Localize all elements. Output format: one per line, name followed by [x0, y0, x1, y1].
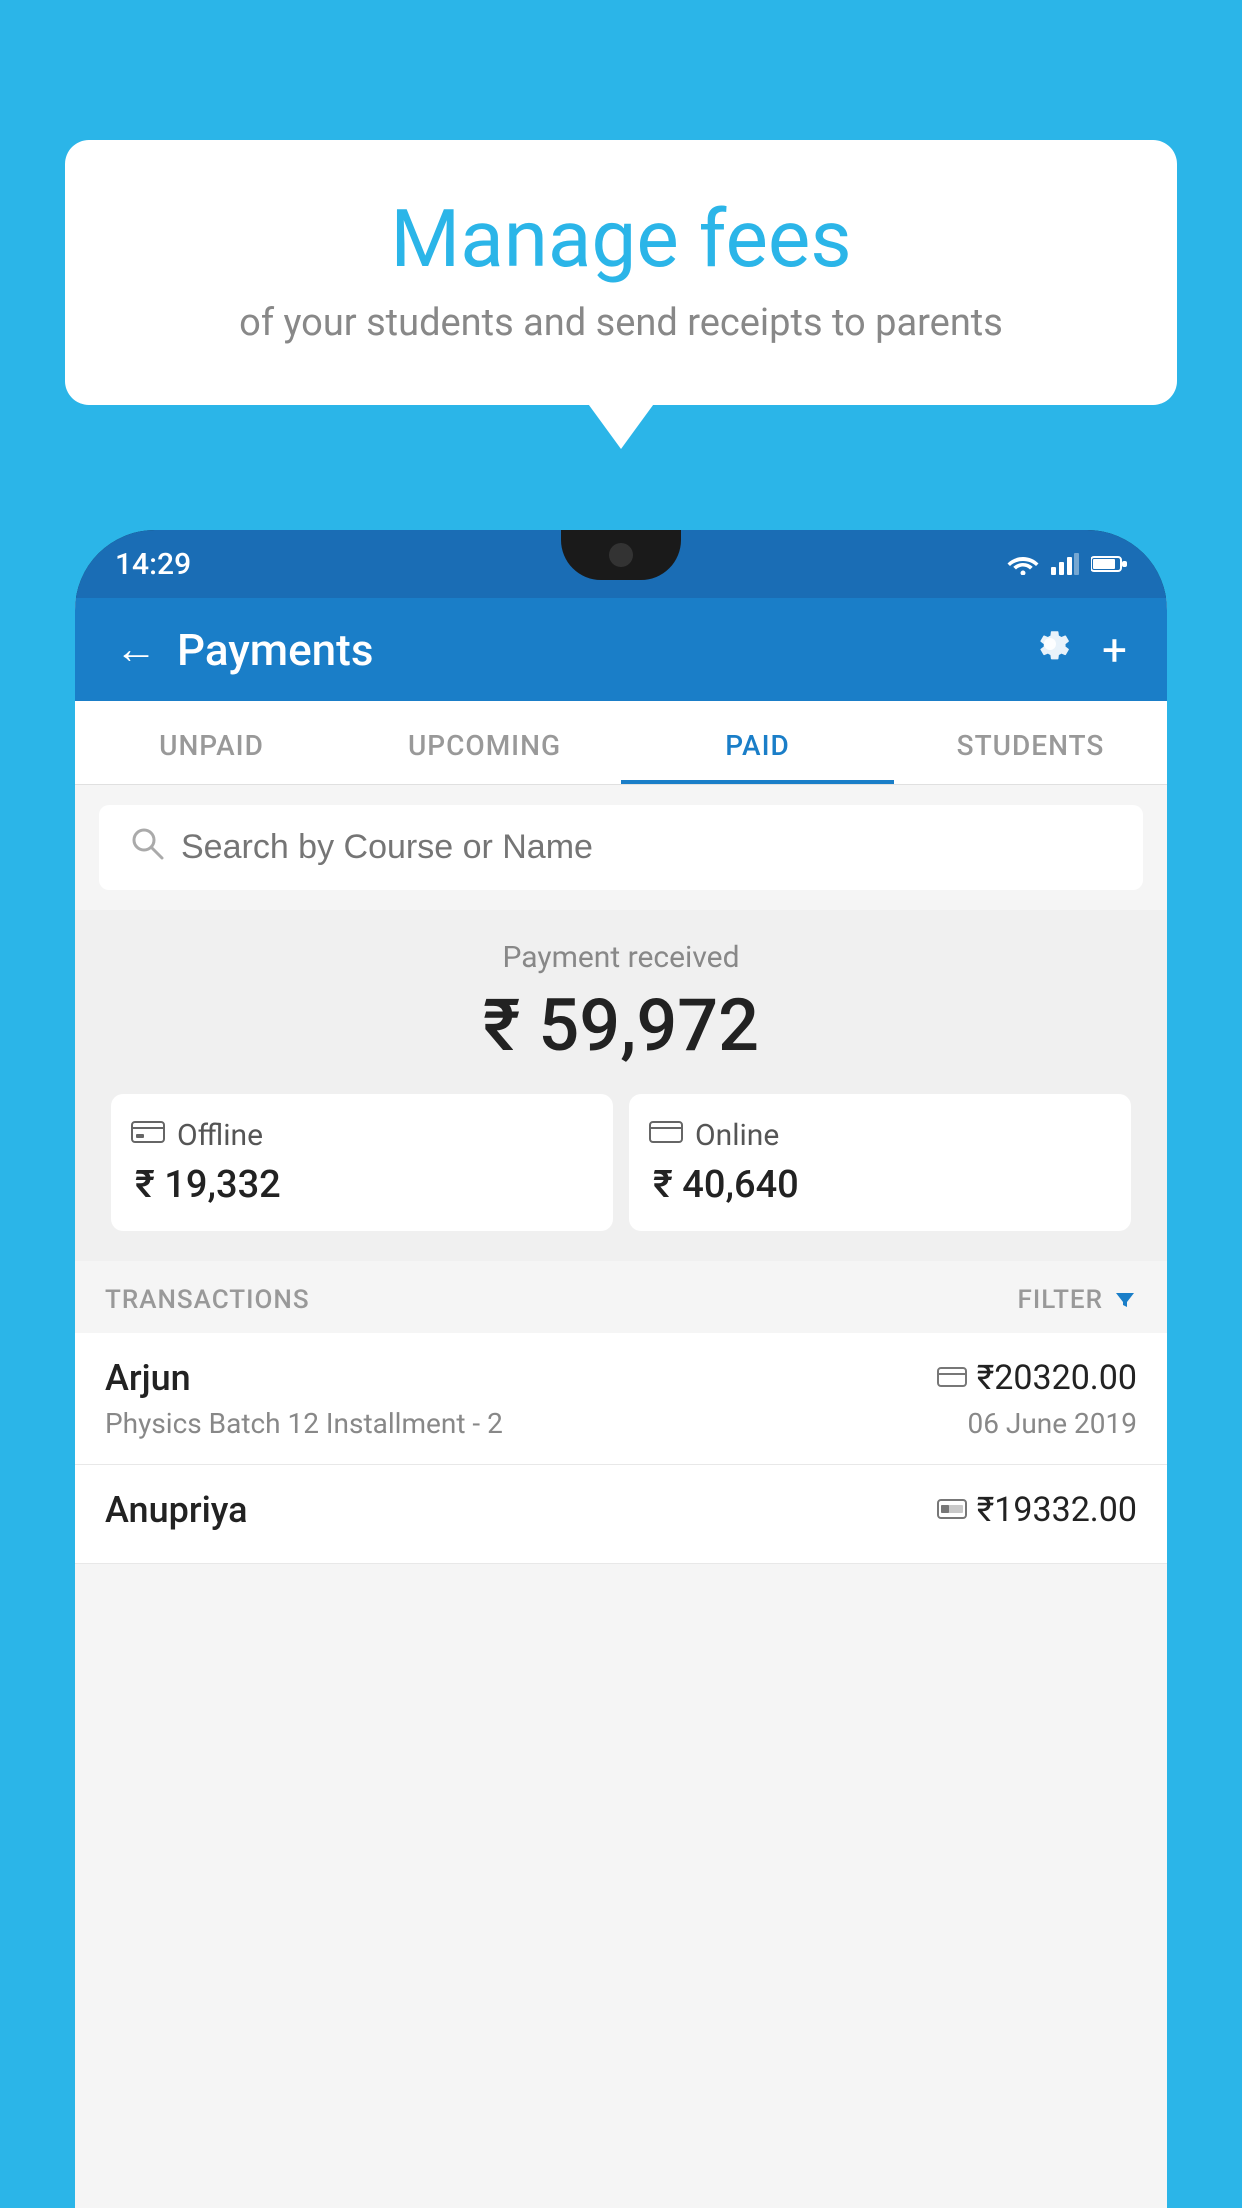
transaction-amount-wrap: ₹19332.00 — [937, 1490, 1137, 1530]
search-input[interactable] — [181, 828, 1113, 867]
transaction-amount: ₹19332.00 — [977, 1490, 1137, 1530]
offline-payment-card: Offline ₹ 19,332 — [111, 1094, 613, 1231]
tabs-container: UNPAID UPCOMING PAID STUDENTS — [75, 701, 1167, 785]
page-title: Payments — [177, 624, 373, 676]
online-amount: ₹ 40,640 — [649, 1163, 1111, 1207]
transactions-label: TRANSACTIONS — [105, 1285, 310, 1315]
transaction-date: 06 June 2019 — [967, 1407, 1137, 1440]
speech-bubble-container: Manage fees of your students and send re… — [65, 140, 1177, 405]
status-icons — [1007, 553, 1127, 575]
tab-students[interactable]: STUDENTS — [894, 701, 1167, 784]
offline-label: Offline — [177, 1118, 263, 1153]
bubble-title: Manage fees — [135, 195, 1107, 283]
online-icon — [649, 1119, 683, 1152]
search-icon — [129, 825, 165, 870]
tab-unpaid[interactable]: UNPAID — [75, 701, 348, 784]
signal-icon — [1051, 553, 1079, 575]
filter-label: FILTER — [1018, 1285, 1103, 1315]
add-button[interactable]: + — [1102, 624, 1127, 676]
filter-icon — [1113, 1288, 1137, 1312]
back-button[interactable]: ← — [115, 625, 157, 674]
transactions-header: TRANSACTIONS FILTER — [75, 1261, 1167, 1333]
offline-icon — [131, 1118, 165, 1153]
battery-icon — [1091, 554, 1127, 574]
app-header: ← Payments + — [75, 598, 1167, 701]
filter-container[interactable]: FILTER — [1018, 1285, 1137, 1315]
payment-cards: Offline ₹ 19,332 Online — [95, 1094, 1147, 1231]
bubble-subtitle: of your students and send receipts to pa… — [135, 301, 1107, 345]
transaction-row[interactable]: Anupriya ₹19332.00 — [75, 1465, 1167, 1564]
settings-icon[interactable] — [1028, 622, 1072, 677]
payment-total-amount: ₹ 59,972 — [95, 983, 1147, 1068]
payment-type-icon — [937, 1494, 967, 1527]
speech-bubble: Manage fees of your students and send re… — [65, 140, 1177, 405]
tab-upcoming[interactable]: UPCOMING — [348, 701, 621, 784]
tab-paid[interactable]: PAID — [621, 701, 894, 784]
online-label: Online — [695, 1118, 779, 1153]
status-bar: 14:29 — [75, 530, 1167, 598]
header-left: ← Payments — [115, 624, 373, 676]
transaction-amount: ₹20320.00 — [977, 1358, 1137, 1398]
search-bar[interactable] — [99, 805, 1143, 890]
header-right: + — [1028, 622, 1127, 677]
app-content: ← Payments + UNPAID UPCOMING — [75, 598, 1167, 2208]
phone-frame: 14:29 — [75, 530, 1167, 2208]
phone-container: 14:29 — [75, 530, 1167, 2208]
payment-type-icon — [937, 1362, 967, 1395]
transaction-name: Arjun — [105, 1357, 191, 1399]
transaction-amount-wrap: ₹20320.00 — [937, 1358, 1137, 1398]
camera — [609, 543, 633, 567]
notch — [561, 530, 681, 580]
wifi-icon — [1007, 553, 1039, 575]
transaction-course: Physics Batch 12 Installment - 2 — [105, 1407, 503, 1440]
status-time: 14:29 — [115, 547, 191, 582]
transaction-row[interactable]: Arjun ₹20320.00 Physics Batch 12 Install… — [75, 1333, 1167, 1465]
payment-received-label: Payment received — [95, 940, 1147, 975]
transaction-name: Anupriya — [105, 1489, 248, 1531]
payment-summary: Payment received ₹ 59,972 — [75, 910, 1167, 1261]
offline-amount: ₹ 19,332 — [131, 1163, 593, 1207]
online-payment-card: Online ₹ 40,640 — [629, 1094, 1131, 1231]
